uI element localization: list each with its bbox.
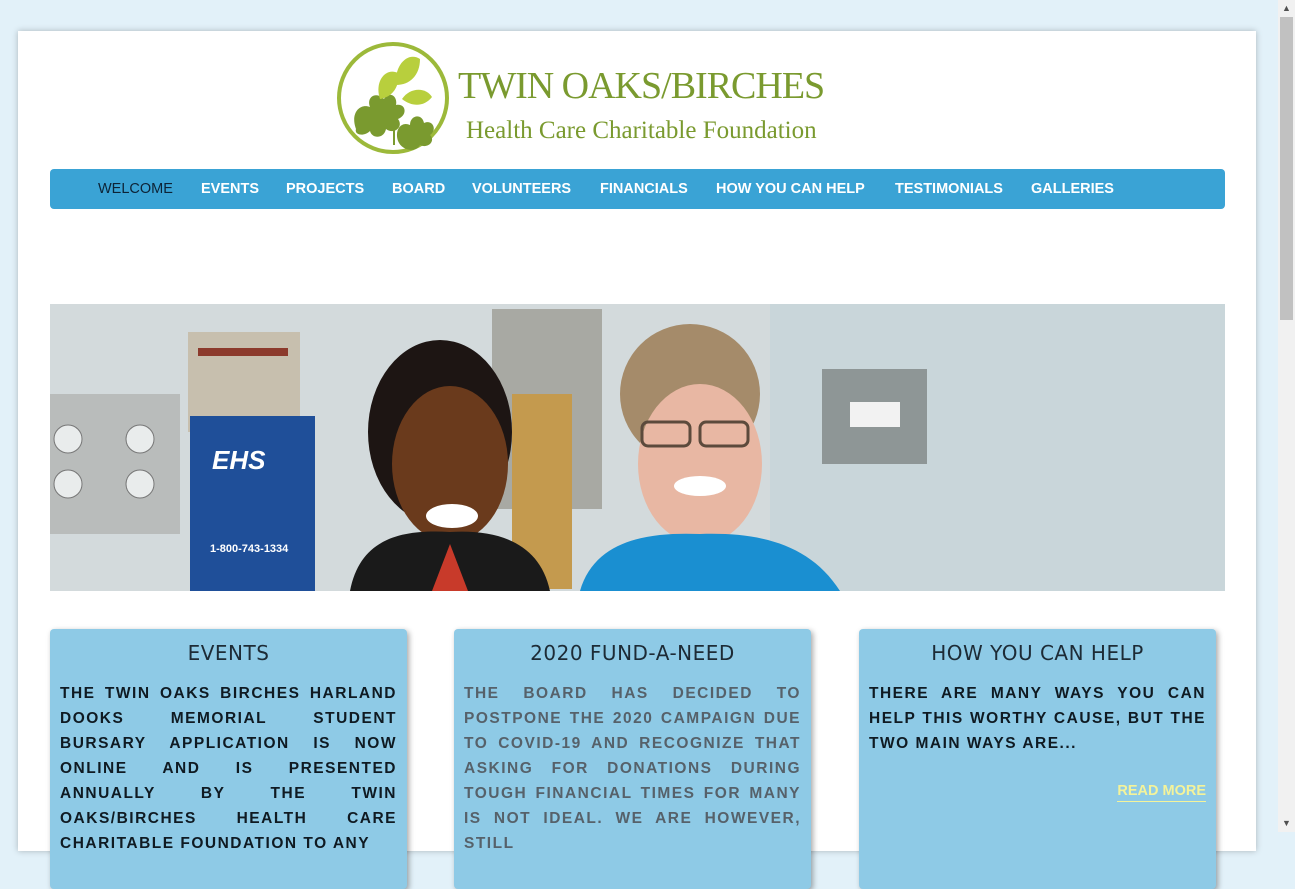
vertical-scrollbar[interactable]: ▲ ▼ (1278, 0, 1295, 832)
scrollbar-thumb[interactable] (1280, 17, 1293, 320)
nav-item-galleries[interactable]: GALLERIES (1031, 181, 1114, 197)
scroll-up-arrow-icon[interactable]: ▲ (1278, 0, 1295, 17)
hero-photo: EHS 1-800-743-1334 (50, 304, 1225, 591)
nav-item-testimonials[interactable]: TESTIMONIALS (895, 181, 1003, 197)
hero-sign-text: EHS (212, 445, 266, 475)
events-card-text: THE TWIN OAKS BIRCHES HARLAND DOOKS MEMO… (60, 685, 397, 852)
fund-a-need-card-title: 2020 FUND-A-NEED (530, 641, 735, 665)
nav-item-volunteers[interactable]: VOLUNTEERS (472, 181, 571, 197)
how-you-can-help-card-title: HOW YOU CAN HELP (931, 641, 1144, 665)
logo-title: TWIN OAKS/BIRCHES (458, 65, 825, 107)
hero-image: EHS 1-800-743-1334 (50, 304, 1225, 591)
how-you-can-help-card: HOW YOU CAN HELP THERE ARE MANY WAYS YOU… (859, 629, 1216, 889)
how-you-can-help-card-text: THERE ARE MANY WAYS YOU CAN HELP THIS WO… (869, 685, 1206, 752)
nav-item-events[interactable]: EVENTS (201, 181, 259, 197)
nav-item-financials[interactable]: FINANCIALS (600, 181, 688, 197)
site-logo[interactable]: TWIN OAKS/BIRCHES Health Care Charitable… (336, 41, 856, 156)
oak-birch-leaf-logo-icon (337, 42, 449, 154)
main-navigation: WELCOME EVENTS PROJECTS BOARD VOLUNTEERS… (50, 169, 1225, 209)
nav-item-projects[interactable]: PROJECTS (286, 181, 364, 197)
events-card-title: EVENTS (187, 641, 270, 665)
read-more-link[interactable]: READ MORE (1117, 783, 1206, 802)
logo-subtitle: Health Care Charitable Foundation (466, 117, 817, 144)
events-card: EVENTS THE TWIN OAKS BIRCHES HARLAND DOO… (50, 629, 407, 889)
scroll-down-arrow-icon[interactable]: ▼ (1278, 815, 1295, 832)
fund-a-need-card: 2020 FUND-A-NEED THE BOARD HAS DECIDED T… (454, 629, 811, 889)
nav-item-how-you-can-help[interactable]: HOW YOU CAN HELP (716, 181, 865, 197)
hero-phone-text: 1-800-743-1334 (210, 543, 289, 555)
nav-item-welcome[interactable]: WELCOME (98, 181, 173, 197)
fund-a-need-card-text: THE BOARD HAS DECIDED TO POSTPONE THE 20… (464, 685, 801, 852)
nav-item-board[interactable]: BOARD (392, 181, 445, 197)
page-container: TWIN OAKS/BIRCHES Health Care Charitable… (18, 31, 1256, 889)
